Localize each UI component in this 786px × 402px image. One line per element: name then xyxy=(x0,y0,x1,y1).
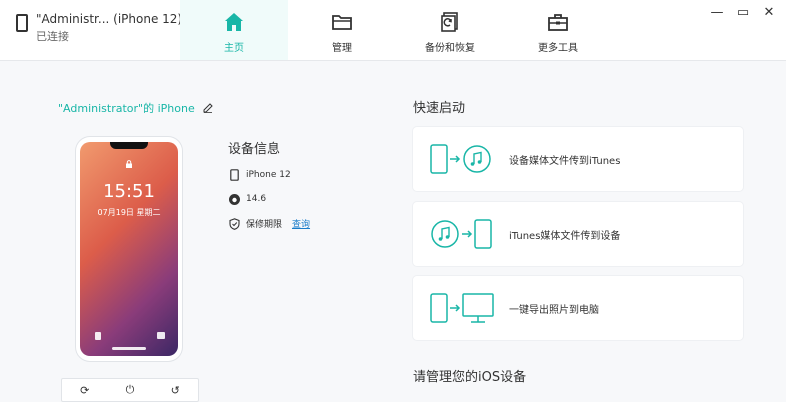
model-value: iPhone 12 xyxy=(246,170,291,180)
tab-label: 备份和恢复 xyxy=(425,43,475,54)
tab-home[interactable]: 主页 xyxy=(180,0,288,60)
apple-icon xyxy=(228,193,240,205)
close-button[interactable]: ✕ xyxy=(758,4,780,20)
backup-icon xyxy=(441,12,458,32)
tab-label: 更多工具 xyxy=(538,43,578,54)
ios-version-value: 14.6 xyxy=(246,194,267,204)
home-icon xyxy=(225,13,243,31)
lock-screen-time: 15:51 xyxy=(103,181,155,202)
quick-action-label: 设备媒体文件传到iTunes xyxy=(509,155,621,167)
flashlight-icon xyxy=(95,332,101,340)
camera-icon xyxy=(157,332,165,339)
window-controls: — ▭ ✕ xyxy=(706,4,780,20)
tab-label: 主页 xyxy=(224,43,244,54)
phone-notch xyxy=(110,142,148,149)
edit-icon[interactable] xyxy=(203,103,213,113)
export-photos-icon xyxy=(413,276,509,340)
quick-action-device-to-itunes[interactable]: 设备媒体文件传到iTunes xyxy=(413,127,743,191)
tab-backup-restore[interactable]: 备份和恢复 xyxy=(396,0,504,60)
main-nav: 主页 管理 备份和恢复 更多工具 xyxy=(180,0,612,60)
tab-label: 管理 xyxy=(332,43,352,54)
top-bar: "Administr... (iPhone 12) 已连接 主页 管理 备份和恢… xyxy=(0,0,786,61)
device-name: "Administr... (iPhone 12) xyxy=(36,12,183,26)
ios-version-row: 14.6 xyxy=(228,193,310,205)
device-info: 设备信息 iPhone 12 14.6 保修期限 查询 xyxy=(228,138,310,230)
device-to-itunes-icon xyxy=(413,127,509,191)
phone-icon xyxy=(228,169,240,181)
connection-status: 已连接 xyxy=(36,30,69,43)
warranty-check-link[interactable]: 查询 xyxy=(292,217,310,230)
warranty-label: 保修期限 xyxy=(246,220,283,230)
quick-action-label: iTunes媒体文件传到设备 xyxy=(509,230,621,242)
tab-manage[interactable]: 管理 xyxy=(288,0,396,60)
device-info-heading: 设备信息 xyxy=(228,142,281,157)
warranty-row: 保修期限 查询 xyxy=(228,217,310,230)
phone-controls: ⟳ ⏻ ↺ xyxy=(61,378,199,402)
tab-more-tools[interactable]: 更多工具 xyxy=(504,0,612,60)
minimize-button[interactable]: — xyxy=(706,4,728,20)
quick-start-heading: 快速启动 xyxy=(413,101,466,116)
quick-action-itunes-to-device[interactable]: iTunes媒体文件传到设备 xyxy=(413,202,743,266)
shield-icon xyxy=(228,217,240,230)
refresh-icon[interactable]: ⟳ xyxy=(80,384,89,397)
main-content: "Administrator"的 iPhone 15:51 07月19日 星期二… xyxy=(0,61,786,402)
restart-icon[interactable]: ↺ xyxy=(171,384,180,397)
power-icon[interactable]: ⏻ xyxy=(126,383,135,397)
device-title: "Administrator"的 iPhone xyxy=(58,100,213,116)
toolbox-icon xyxy=(548,14,568,31)
quick-action-label: 一键导出照片到电脑 xyxy=(509,304,599,316)
device-selector[interactable]: "Administr... (iPhone 12) 已连接 xyxy=(16,12,182,44)
folder-icon xyxy=(332,15,352,30)
manage-heading: 请管理您的iOS设备 xyxy=(413,370,527,385)
restore-button[interactable]: ▭ xyxy=(732,4,754,20)
model-row: iPhone 12 xyxy=(228,169,310,181)
itunes-to-device-icon xyxy=(413,202,509,266)
home-indicator xyxy=(112,347,146,350)
phone-preview: 15:51 07月19日 星期二 xyxy=(76,137,182,361)
phone-screen: 15:51 07月19日 星期二 xyxy=(80,142,178,356)
lock-screen-date: 07月19日 星期二 xyxy=(97,208,161,217)
device-title-text: "Administrator"的 iPhone xyxy=(58,102,195,115)
quick-action-export-photos[interactable]: 一键导出照片到电脑 xyxy=(413,276,743,340)
phone-icon xyxy=(16,14,28,32)
lock-icon xyxy=(126,160,132,168)
